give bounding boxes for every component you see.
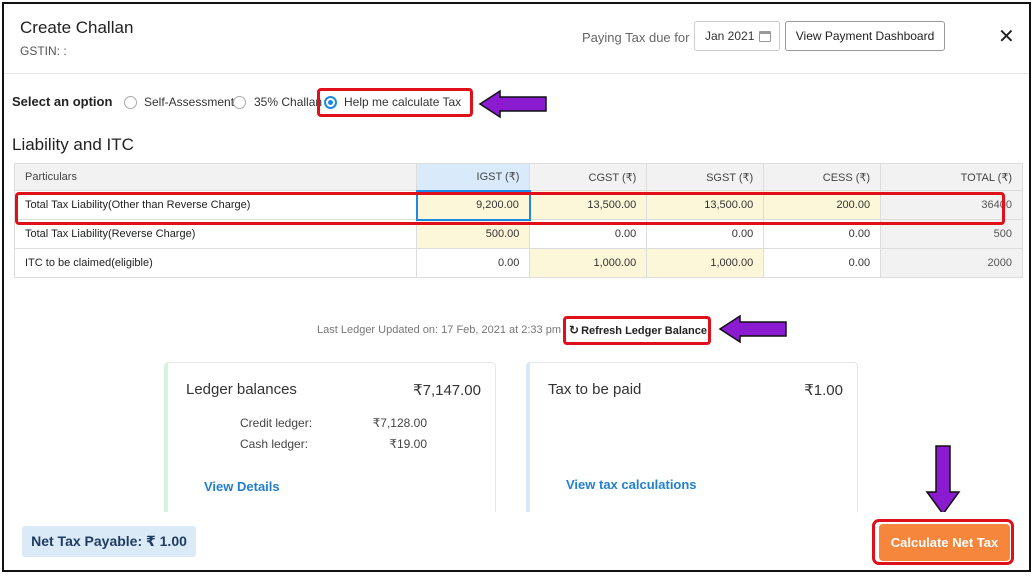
view-details-link[interactable]: View Details (204, 479, 280, 494)
row-label: ITC to be claimed(eligible) (13, 248, 418, 278)
view-payment-dashboard-button[interactable]: View Payment Dashboard (785, 21, 945, 51)
tax-card-amount: ₹1.00 (804, 382, 843, 399)
radio-self-assessment[interactable] (124, 96, 137, 109)
ledger-updated-text: Last Ledger Updated on: 17 Feb, 2021 at … (317, 324, 562, 336)
col-header: Particulars (13, 163, 418, 191)
col-header: CGST (₹) (529, 163, 648, 191)
month-picker[interactable]: Jan 2021 (694, 21, 780, 51)
close-icon[interactable]: ✕ (998, 27, 1015, 47)
section-title: Liability and ITC (12, 135, 134, 154)
sgst-input[interactable]: 1,000.00 (646, 248, 765, 278)
credit-ledger-label: Credit ledger: (240, 416, 313, 430)
highlight-box-option (317, 88, 473, 117)
col-header: TOTAL (₹) (880, 163, 1023, 191)
igst-cell: 0.00 (416, 248, 531, 278)
highlight-box-refresh (563, 316, 711, 345)
col-header: SGST (₹) (646, 163, 765, 191)
month-value: Jan 2021 (705, 29, 755, 43)
col-header: IGST (₹) (416, 163, 531, 191)
tax-card-title: Tax to be paid (548, 381, 642, 398)
highlight-box-calc (872, 519, 1014, 565)
annotation-arrow-option (478, 89, 547, 119)
table-header-row: Particulars IGST (₹) CGST (₹) SGST (₹) C… (13, 163, 1023, 191)
credit-ledger-value: ₹7,128.00 (372, 416, 427, 430)
ledger-card-title: Ledger balances (186, 381, 297, 398)
view-tax-calculations-link[interactable]: View tax calculations (566, 477, 697, 492)
radio-35-challan[interactable] (233, 96, 246, 109)
dialog-title: Create Challan (20, 18, 134, 37)
tax-to-be-paid-card: Tax to be paid ₹1.00 View tax calculatio… (526, 362, 858, 522)
col-header: CESS (₹) (763, 163, 882, 191)
cash-ledger-value: ₹19.00 (389, 437, 427, 451)
cess-cell: 0.00 (763, 248, 882, 278)
paying-tax-due-label: Paying Tax due for (582, 30, 690, 45)
net-tax-payable-badge: Net Tax Payable: ₹ 1.00 (22, 526, 196, 557)
radio-label-self-assessment: Self-Assessment (144, 95, 235, 109)
cgst-input[interactable]: 1,000.00 (529, 248, 648, 278)
radio-label-35-challan: 35% Challan (254, 95, 323, 109)
dialog-footer: Net Tax Payable: ₹ 1.00 Calculate Net Ta… (4, 512, 1029, 570)
annotation-arrow-calc (925, 445, 961, 516)
ledger-balances-card: Ledger balances ₹7,147.00 Credit ledger:… (164, 362, 496, 522)
dialog-header: Create Challan GSTIN: : Paying Tax due f… (4, 4, 1029, 74)
ledger-card-amount: ₹7,147.00 (413, 382, 481, 399)
total-cell: 2000 (880, 248, 1023, 278)
annotation-arrow-refresh (718, 314, 787, 344)
gstin-label: GSTIN: : (20, 44, 67, 58)
calendar-icon (759, 31, 771, 42)
table-row: ITC to be claimed(eligible) 0.00 1,000.0… (13, 248, 1023, 278)
cash-ledger-label: Cash ledger: (240, 437, 309, 451)
create-challan-dialog: Create Challan GSTIN: : Paying Tax due f… (2, 2, 1031, 572)
select-option-label: Select an option (12, 94, 113, 109)
highlight-box-row (15, 192, 1005, 225)
